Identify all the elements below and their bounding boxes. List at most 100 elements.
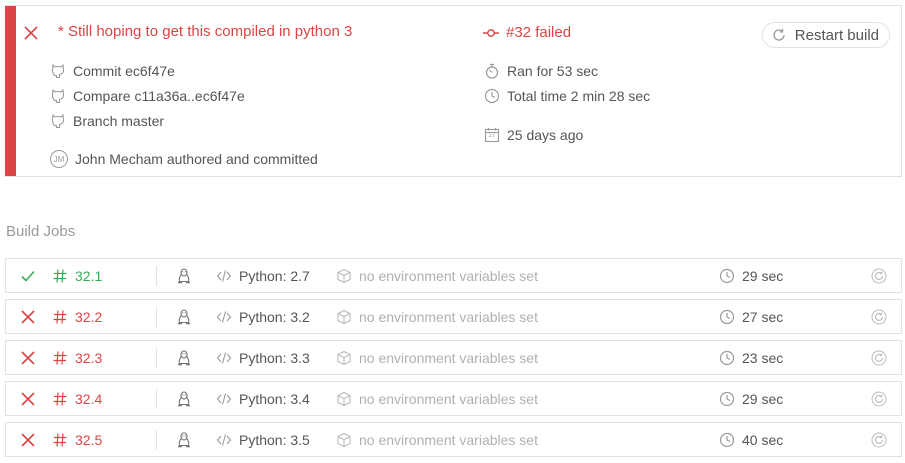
author-row: JM John Mecham authored and committed [50,150,318,168]
commit-label: Commit ec6f47e [73,63,175,79]
check-icon [20,268,36,284]
job-number-cell[interactable]: 32.5 [52,423,102,456]
linux-icon [176,349,192,366]
job-number: 32.3 [75,349,103,366]
job-language-cell: Python: 3.2 [216,300,310,333]
job-language: Python: 3.3 [239,349,310,366]
compare-label: Compare c11a36a..ec6f47e [73,88,245,104]
stopwatch-icon [484,63,500,79]
job-language: Python: 2.7 [239,267,310,284]
hash-icon [52,309,68,325]
job-row[interactable]: 32.4 Python: 3.4 no environment variables … [5,381,902,416]
job-status-cell [20,341,36,374]
github-icon [50,88,66,104]
restart-build-label: Restart build [794,26,879,44]
hash-icon [52,432,68,448]
job-language-cell: Python: 3.5 [216,423,310,456]
divider [156,389,157,409]
job-language-cell: Python: 3.4 [216,382,310,415]
job-os-cell [176,300,192,333]
commit-message-link[interactable]: * Still hoping to get this compiled in p… [58,23,352,40]
github-icon [50,113,66,129]
job-env-cell: no environment variables set [336,341,538,374]
job-restart-button[interactable] [871,423,887,456]
author-label: John Mecham authored and committed [75,151,318,167]
close-icon [20,309,36,325]
job-duration-cell: 40 sec [719,423,783,456]
job-duration: 29 sec [742,267,784,284]
job-duration: 23 sec [742,349,784,366]
job-duration-cell: 29 sec [719,259,783,292]
job-restart-button[interactable] [871,259,887,292]
job-env: no environment variables set [359,431,538,448]
total-time-row: Total time 2 min 28 sec [484,88,650,104]
code-icon [216,309,232,325]
job-env-cell: no environment variables set [336,382,538,415]
close-icon [20,432,36,448]
job-number-cell[interactable]: 32.2 [52,300,102,333]
restart-build-button[interactable]: Restart build [761,22,890,48]
build-jobs-title: Build Jobs [6,223,76,240]
job-status-cell [20,382,36,415]
build-number-label: #32 failed [506,24,572,41]
box-icon [336,432,352,448]
job-env: no environment variables set [359,390,538,407]
restart-icon [871,350,887,366]
branch-row[interactable]: Branch master [50,113,164,129]
linux-icon [176,390,192,407]
box-icon [336,391,352,407]
total-time-label: Total time 2 min 28 sec [507,88,651,104]
commit-failed-icon [483,25,499,41]
job-duration: 40 sec [742,431,784,448]
restart-icon [871,268,887,284]
job-status-cell [20,423,36,456]
divider [156,348,157,368]
job-restart-button[interactable] [871,300,887,333]
box-icon [336,350,352,366]
job-language-cell: Python: 3.3 [216,341,310,374]
ran-for-label: Ran for 53 sec [507,63,599,79]
job-env-cell: no environment variables set [336,300,538,333]
build-summary: * Still hoping to get this compiled in p… [5,5,902,177]
clock-icon [719,309,735,325]
job-restart-button[interactable] [871,382,887,415]
job-restart-button[interactable] [871,341,887,374]
clock-icon [719,432,735,448]
job-row[interactable]: 32.2 Python: 3.2 no environment variables … [5,299,902,334]
job-duration: 27 sec [742,308,784,325]
compare-row[interactable]: Compare c11a36a..ec6f47e [50,88,245,104]
job-os-cell [176,423,192,456]
divider [156,430,157,450]
job-duration-cell: 23 sec [719,341,783,374]
job-number-cell[interactable]: 32.1 [52,259,102,292]
restart-icon [871,309,887,325]
close-icon [20,391,36,407]
job-env: no environment variables set [359,349,538,366]
clock-icon [719,391,735,407]
job-number: 32.5 [75,431,103,448]
build-number-status[interactable]: #32 failed [483,24,571,41]
job-number-cell[interactable]: 32.3 [52,341,102,374]
avatar: JM [50,150,68,168]
job-row[interactable]: 32.3 Python: 3.3 no environment variables … [5,340,902,375]
job-number-cell[interactable]: 32.4 [52,382,102,415]
box-icon [336,268,352,284]
code-icon [216,350,232,366]
build-jobs-list: 32.1 Python: 2.7 no environment variables … [5,258,902,463]
linux-icon [176,308,192,325]
hash-icon [52,268,68,284]
job-number: 32.2 [75,308,103,325]
clock-icon [719,350,735,366]
restart-icon [871,432,887,448]
job-number: 32.4 [75,390,103,407]
job-row[interactable]: 32.1 Python: 2.7 no environment variables … [5,258,902,293]
divider [156,266,157,286]
job-row[interactable]: 32.5 Python: 3.5 no environment variables … [5,422,902,457]
commit-row[interactable]: Commit ec6f47e [50,63,175,79]
job-duration-cell: 29 sec [719,382,783,415]
job-language: Python: 3.2 [239,308,310,325]
code-icon [216,432,232,448]
date-row: 27 25 days ago [484,127,583,143]
job-language-cell: Python: 2.7 [216,259,310,292]
linux-icon [176,431,192,448]
